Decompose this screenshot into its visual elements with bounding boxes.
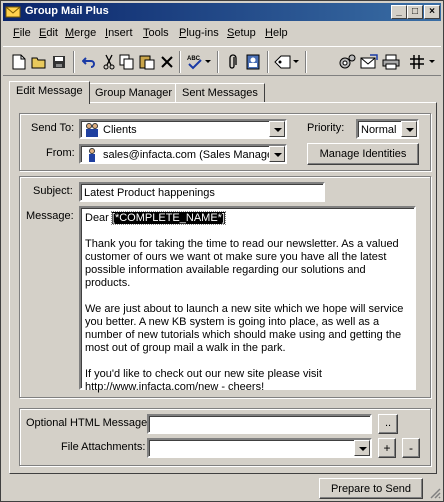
send-to-select[interactable]: Clients bbox=[79, 119, 287, 139]
subject-value: Latest Product happenings bbox=[84, 187, 215, 199]
tab-sent-messages[interactable]: Sent Messages bbox=[175, 83, 265, 103]
paste-icon[interactable] bbox=[137, 51, 157, 73]
menu-plugins[interactable]: Plug-ins bbox=[179, 27, 219, 39]
delete-icon[interactable] bbox=[157, 51, 177, 73]
spellcheck-dropdown-icon[interactable] bbox=[203, 51, 213, 73]
file-attachments-label: File Attachments: bbox=[61, 441, 146, 453]
optional-html-label: Optional HTML Message: bbox=[26, 417, 151, 429]
paperclip-icon[interactable] bbox=[223, 51, 243, 73]
tag-dropdown-icon[interactable] bbox=[291, 51, 301, 73]
menu-bar: File Edit Merge Insert Tools Plug-ins Se… bbox=[3, 23, 441, 43]
menu-merge[interactable]: Merge bbox=[65, 27, 96, 39]
main-window: Group Mail Plus _ □ × File Edit Merge In… bbox=[0, 0, 444, 502]
cut-icon[interactable] bbox=[99, 51, 119, 73]
optional-html-input[interactable] bbox=[147, 414, 372, 434]
new-icon[interactable] bbox=[9, 51, 29, 73]
group-icon bbox=[86, 123, 98, 137]
menu-edit[interactable]: Edit bbox=[39, 27, 58, 39]
toolbar-separator bbox=[305, 51, 307, 73]
send-to-value: Clients bbox=[103, 124, 137, 136]
settings-icon[interactable] bbox=[337, 51, 357, 73]
menu-setup[interactable]: Setup bbox=[227, 27, 256, 39]
person-icon bbox=[89, 148, 95, 162]
menu-help[interactable]: Help bbox=[265, 27, 288, 39]
from-label: From: bbox=[46, 147, 75, 159]
prepare-to-send-button[interactable]: Prepare to Send bbox=[319, 478, 423, 499]
message-paragraph: We are just about to launch a new site w… bbox=[85, 303, 404, 354]
subject-label: Subject: bbox=[33, 185, 73, 197]
browse-html-button[interactable]: .. bbox=[378, 414, 398, 434]
merge-field-tag[interactable]: [*COMPLETE_NAME*] bbox=[110, 211, 227, 225]
status-bar: Prepare to Send bbox=[3, 477, 443, 501]
maximize-button[interactable]: □ bbox=[407, 5, 423, 19]
toolbar-separator bbox=[179, 51, 181, 73]
copy-icon[interactable] bbox=[117, 51, 137, 73]
priority-label: Priority: bbox=[307, 122, 345, 134]
menu-tools[interactable]: Tools bbox=[143, 27, 169, 39]
toolbar-separator bbox=[267, 51, 269, 73]
printer-icon[interactable] bbox=[381, 51, 401, 73]
tab-edit-message[interactable]: Edit Message bbox=[9, 81, 90, 104]
spellcheck-icon[interactable]: ABC bbox=[185, 51, 205, 73]
tab-group-manager[interactable]: Group Manager bbox=[88, 83, 180, 103]
message-label: Message: bbox=[26, 210, 74, 222]
save-icon[interactable] bbox=[49, 51, 69, 73]
send-to-label: Send To: bbox=[31, 122, 75, 134]
title-bar: Group Mail Plus _ □ × bbox=[3, 3, 441, 21]
priority-value: Normal bbox=[361, 124, 397, 136]
table-icon[interactable] bbox=[407, 51, 427, 73]
message-paragraph: Thank you for taking the time to read ou… bbox=[85, 238, 399, 289]
toolbar-separator bbox=[217, 51, 219, 73]
address-book-icon[interactable] bbox=[243, 51, 263, 73]
priority-dropdown-icon[interactable] bbox=[401, 121, 417, 137]
message-body-textarea[interactable]: Dear [*COMPLETE_NAME*] Thank you for tak… bbox=[79, 206, 416, 393]
open-folder-icon[interactable] bbox=[29, 51, 49, 73]
add-attachment-button[interactable]: + bbox=[378, 438, 396, 458]
message-greeting: Dear [*COMPLETE_NAME*] bbox=[85, 211, 227, 225]
menu-insert[interactable]: Insert bbox=[105, 27, 133, 39]
from-select[interactable]: sales@infacta.com (Sales Manage bbox=[79, 144, 287, 164]
toolbar: ABC bbox=[3, 46, 441, 76]
priority-select[interactable]: Normal bbox=[356, 119, 419, 139]
from-dropdown-icon[interactable] bbox=[269, 146, 285, 162]
file-attachments-select[interactable] bbox=[147, 438, 372, 458]
resize-grip-icon[interactable] bbox=[429, 487, 441, 499]
send-mail-icon[interactable] bbox=[359, 51, 379, 73]
message-paragraph: If you'd like to check out our new site … bbox=[85, 368, 322, 393]
remove-attachment-button[interactable]: - bbox=[402, 438, 420, 458]
manage-identities-button[interactable]: Manage Identities bbox=[307, 143, 419, 165]
minimize-button[interactable]: _ bbox=[391, 5, 407, 19]
attachments-dropdown-icon[interactable] bbox=[354, 440, 370, 456]
undo-icon[interactable] bbox=[79, 51, 99, 73]
menu-file[interactable]: File bbox=[13, 27, 31, 39]
from-value: sales@infacta.com (Sales Manage bbox=[103, 149, 273, 161]
toolbar-separator bbox=[73, 51, 75, 73]
window-title: Group Mail Plus bbox=[25, 5, 109, 17]
subject-input[interactable]: Latest Product happenings bbox=[79, 182, 325, 202]
send-to-dropdown-icon[interactable] bbox=[269, 121, 285, 137]
table-dropdown-icon[interactable] bbox=[427, 51, 437, 73]
tag-icon[interactable] bbox=[273, 51, 293, 73]
app-icon bbox=[5, 6, 21, 18]
close-button[interactable]: × bbox=[424, 5, 440, 19]
